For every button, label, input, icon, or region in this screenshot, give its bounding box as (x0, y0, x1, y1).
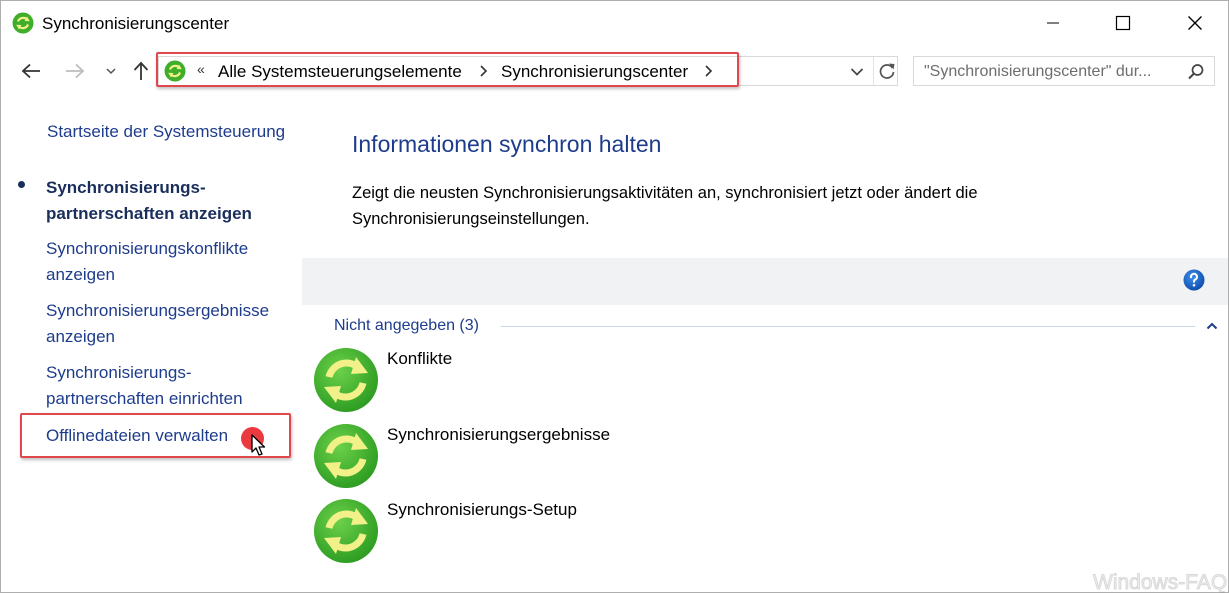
sync-icon (314, 499, 378, 563)
chevron-down-icon (106, 68, 116, 75)
address-divider (873, 57, 874, 85)
page-title: Informationen synchron halten (352, 131, 662, 157)
title-bar: Synchronisierungscenter (1, 1, 1228, 45)
sidebar-item-label: Synchronisierungskonflikte anzeigen (46, 239, 249, 284)
forward-button[interactable] (63, 59, 87, 83)
sidebar-item-view-partnerships[interactable]: Synchronisierungs- partnerschaften anzei… (46, 175, 301, 227)
search-box[interactable]: "Synchronisierungscenter" dur... (913, 56, 1215, 86)
close-icon (1188, 16, 1202, 30)
mouse-cursor-icon (251, 434, 266, 456)
navigation-bar: « Alle Systemsteuerungselemente Synchron… (1, 51, 1228, 91)
minimize-icon (1047, 22, 1059, 24)
refresh-button[interactable] (876, 60, 898, 82)
list-item-conflicts[interactable]: Konflikte (313, 347, 913, 415)
arrow-up-icon (133, 61, 149, 80)
command-bar (302, 258, 1228, 305)
sidebar-item-label: Synchronisierungs- partnerschaften einri… (46, 363, 243, 408)
search-placeholder[interactable]: "Synchronisierungscenter" dur... (924, 63, 1151, 81)
minimize-button[interactable] (1027, 1, 1079, 45)
group-header[interactable]: Nicht angegeben (3) (334, 317, 479, 335)
list-item-sync-setup[interactable]: Synchronisierungs-Setup (313, 498, 913, 566)
control-panel-home-link[interactable]: Startseite der Systemsteuerung (47, 122, 285, 142)
chevron-up-icon[interactable] (1205, 319, 1219, 333)
chevron-down-icon (850, 68, 864, 76)
back-button[interactable] (19, 59, 43, 83)
watermark: Windows-FAQ (1092, 571, 1228, 593)
close-button[interactable] (1169, 1, 1221, 45)
arrow-right-icon (66, 63, 85, 79)
window-title: Synchronisierungscenter (42, 14, 230, 33)
up-button[interactable] (129, 59, 153, 83)
task-pane: Startseite der Systemsteuerung Synchroni… (1, 101, 301, 593)
sync-icon (314, 424, 378, 488)
arrow-left-icon (21, 63, 40, 79)
window: Synchronisierungscenter « Alle Systemste… (0, 0, 1229, 593)
item-label: Synchronisierungsergebnisse (387, 425, 611, 444)
recent-locations-button[interactable] (99, 59, 123, 83)
address-history-button[interactable] (847, 62, 867, 82)
sidebar-item-label: Synchronisierungs- partnerschaften anzei… (46, 178, 252, 223)
maximize-button[interactable] (1097, 1, 1149, 45)
address-highlight-box (156, 52, 739, 87)
sidebar-item-view-results[interactable]: Synchronisierungsergebnisse anzeigen (46, 298, 301, 350)
help-icon[interactable] (1183, 269, 1205, 291)
search-icon[interactable] (1187, 63, 1205, 81)
sync-icon (314, 348, 378, 412)
active-item-bullet (18, 181, 25, 188)
list-item-sync-results[interactable]: Synchronisierungsergebnisse (313, 423, 913, 491)
maximize-icon (1115, 15, 1131, 31)
sync-center-app-icon (12, 12, 34, 34)
group-divider (501, 326, 1195, 327)
item-label: Konflikte (387, 349, 453, 368)
sidebar-item-view-conflicts[interactable]: Synchronisierungskonflikte anzeigen (46, 236, 301, 288)
page-description: Zeigt die neusten Synchronisierungsaktiv… (352, 184, 978, 228)
sidebar-item-setup-partnerships[interactable]: Synchronisierungs- partnerschaften einri… (46, 360, 301, 412)
refresh-icon (879, 63, 895, 79)
item-label: Synchronisierungs-Setup (387, 500, 577, 519)
sidebar-item-label: Synchronisierungsergebnisse anzeigen (46, 301, 270, 346)
